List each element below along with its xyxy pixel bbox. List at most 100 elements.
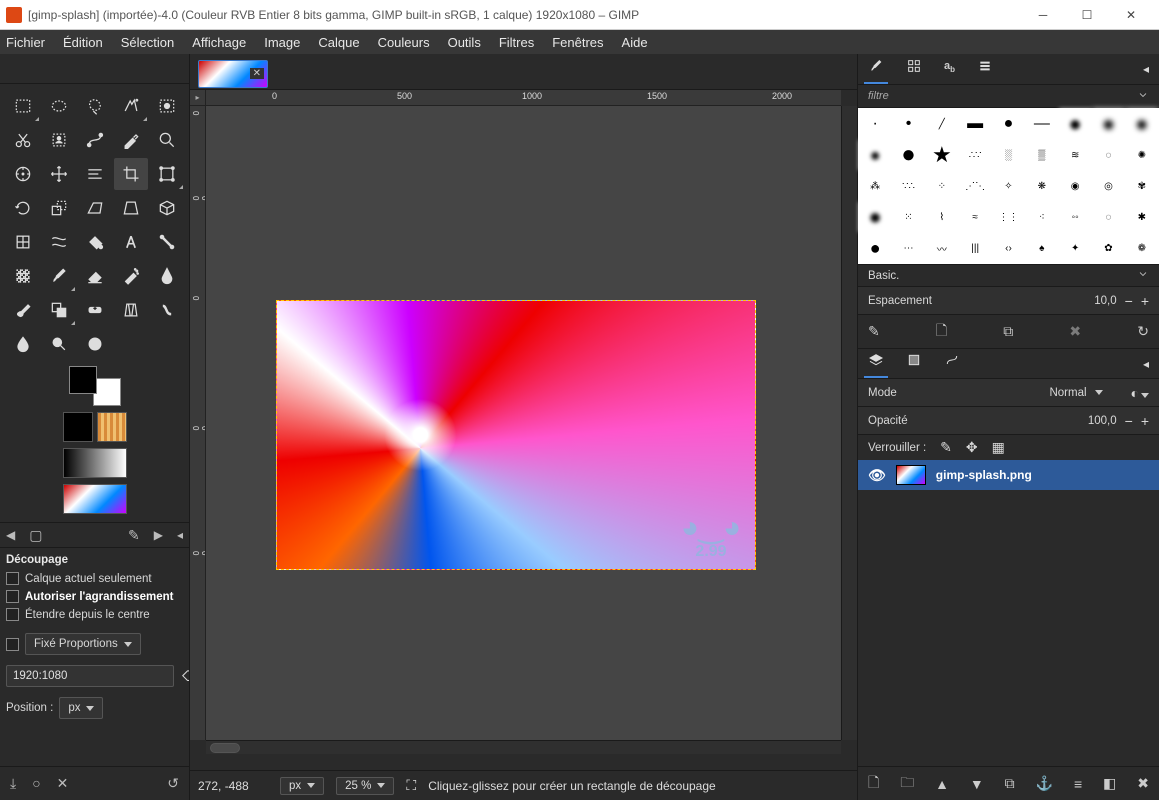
brush-cell[interactable]: ╱ <box>926 109 958 139</box>
tool-heal[interactable] <box>78 294 112 326</box>
next-dock-icon[interactable]: ▶ <box>154 528 163 542</box>
brush-cell[interactable]: ❋ <box>1026 171 1058 201</box>
tool-zoom[interactable] <box>150 124 184 156</box>
brush-cell[interactable]: ◉ <box>1059 171 1091 201</box>
menu-tools[interactable]: Outils <box>448 35 481 50</box>
tool-paths[interactable] <box>78 124 112 156</box>
tool-scale[interactable] <box>42 192 76 224</box>
brush-cell[interactable]: ∵∴ <box>892 171 924 201</box>
lock-position-icon[interactable]: ✥ <box>966 439 978 456</box>
layer-list[interactable]: 👁 gimp-splash.png <box>858 460 1159 766</box>
menu-edit[interactable]: Édition <box>63 35 103 50</box>
brush-cell[interactable]: ░ <box>992 140 1024 170</box>
brush-spacing-row[interactable]: Espacement 10,0 − + <box>858 286 1159 314</box>
tab-paths-icon[interactable] <box>944 352 960 375</box>
tool-ellipse-select[interactable] <box>42 90 76 122</box>
menu-image[interactable]: Image <box>264 35 300 50</box>
tool-align[interactable] <box>78 158 112 190</box>
tool-move[interactable] <box>42 158 76 190</box>
tool-cage[interactable] <box>78 328 112 360</box>
menu-select[interactable]: Sélection <box>121 35 174 50</box>
brush-cell[interactable]: ♠ <box>1026 233 1058 263</box>
brush-cell[interactable]: ≈ <box>959 202 991 232</box>
pattern-preview[interactable] <box>97 412 127 442</box>
new-layer-icon[interactable]: 🗋 <box>868 772 879 796</box>
menu-help[interactable]: Aide <box>622 35 648 50</box>
anchor-layer-icon[interactable]: ⚓ <box>1036 775 1053 792</box>
menu-colors[interactable]: Couleurs <box>378 35 430 50</box>
tool-free-select[interactable] <box>78 90 112 122</box>
brush-cell[interactable]: ||| <box>959 233 991 263</box>
menu-file[interactable]: Fichier <box>6 35 45 50</box>
close-tab-icon[interactable]: ✕ <box>250 68 264 79</box>
brush-cell[interactable]: ✺ <box>1126 140 1158 170</box>
menu-bar[interactable]: Fichier Édition Sélection Affichage Imag… <box>0 30 1159 54</box>
delete-brush-icon[interactable]: ✖ <box>1069 323 1081 340</box>
brush-cell[interactable]: ✿ <box>1092 233 1124 263</box>
tool-unified-transform[interactable] <box>150 158 184 190</box>
brush-cell[interactable]: ≋ <box>1059 140 1091 170</box>
brush-cell[interactable]: 〰 <box>926 233 958 263</box>
brush-cell[interactable]: ⋯ <box>892 233 924 263</box>
opacity-decrease-icon[interactable]: − <box>1125 413 1133 429</box>
tool-scissors[interactable] <box>6 124 40 156</box>
ruler-horizontal[interactable]: 0 500 1000 1500 2000 <box>206 90 841 106</box>
brush-filter-placeholder[interactable]: filtre <box>868 90 889 102</box>
checkbox-expand-center[interactable] <box>6 608 19 621</box>
aspect-ratio-input[interactable] <box>6 665 174 687</box>
tab-brushes-icon[interactable] <box>868 58 884 81</box>
tool-rect-select[interactable] <box>6 90 40 122</box>
tab-layers-icon[interactable] <box>868 352 884 375</box>
layer-opacity-row[interactable]: Opacité 100,0 − + <box>858 406 1159 434</box>
checkbox-allow-growing[interactable] <box>6 590 19 603</box>
brush-cell[interactable]: ⁂ <box>859 171 891 201</box>
brush-cell[interactable]: ◌ <box>1092 202 1124 232</box>
brush-expand-icon[interactable] <box>1137 268 1149 283</box>
lock-pixels-icon[interactable]: ✎ <box>940 439 952 456</box>
fg-color-swatch[interactable] <box>69 366 97 394</box>
dock-menu-icon[interactable]: ◂ <box>177 528 183 542</box>
layer-item[interactable]: 👁 gimp-splash.png <box>858 460 1159 490</box>
layer-thumbnail[interactable] <box>896 465 926 485</box>
layer-up-icon[interactable]: ▲ <box>935 776 949 792</box>
lock-alpha-icon[interactable]: ▦ <box>992 439 1005 456</box>
brush-cell[interactable]: ⁙ <box>892 202 924 232</box>
brush-cell[interactable]: ● <box>1092 109 1124 139</box>
tool-airbrush[interactable] <box>114 260 148 292</box>
canvas-viewport[interactable]: ◕‿◕ 2.99 <box>206 106 841 740</box>
scrollbar-horizontal[interactable] <box>206 740 841 754</box>
mode-switch-icon[interactable]: ◐ <box>1131 385 1149 401</box>
layer-name[interactable]: gimp-splash.png <box>936 468 1032 482</box>
tab-fonts-icon[interactable]: ab <box>944 60 955 78</box>
mask-icon[interactable]: ◧ <box>1103 775 1116 792</box>
brush-cell[interactable]: ◦◦ <box>1059 202 1091 232</box>
tool-pencil[interactable] <box>6 260 40 292</box>
brush-cell[interactable]: ▬ <box>959 109 991 139</box>
tool-blur[interactable] <box>6 328 40 360</box>
brush-cell[interactable]: ★ <box>926 140 958 170</box>
checkbox-fixed-aspect[interactable] <box>6 638 19 651</box>
brush-preview[interactable] <box>63 412 93 442</box>
delete-preset-icon[interactable]: ✕ <box>57 775 69 792</box>
menu-view[interactable]: Affichage <box>192 35 246 50</box>
close-button[interactable]: ✕ <box>1109 1 1153 29</box>
brush-cell[interactable]: • <box>892 109 924 139</box>
brush-cell[interactable]: ● <box>992 109 1024 139</box>
merge-down-icon[interactable]: ≡ <box>1074 776 1082 792</box>
tab-channels-icon[interactable] <box>906 352 922 375</box>
tool-options-tab-icon[interactable]: ▢ <box>29 527 42 544</box>
visibility-eye-icon[interactable]: 👁 <box>868 467 886 484</box>
tool-eraser[interactable] <box>78 260 112 292</box>
gradient-preview[interactable] <box>63 448 127 478</box>
brush-cell[interactable]: ✱ <box>1126 202 1158 232</box>
refresh-brushes-icon[interactable]: ↻ <box>1137 323 1149 340</box>
tool-crop[interactable] <box>114 158 148 190</box>
tool-3d-transform[interactable] <box>150 192 184 224</box>
brush-cell[interactable]: — <box>1026 109 1058 139</box>
brush-cell[interactable]: ⁘ <box>926 171 958 201</box>
brush-cell[interactable]: · <box>859 109 891 139</box>
menu-filters[interactable]: Filtres <box>499 35 534 50</box>
tool-handle-transform[interactable] <box>6 226 40 258</box>
brush-cell[interactable]: ⋰⋱ <box>959 171 991 201</box>
duplicate-brush-icon[interactable]: ⧉ <box>1003 323 1013 340</box>
